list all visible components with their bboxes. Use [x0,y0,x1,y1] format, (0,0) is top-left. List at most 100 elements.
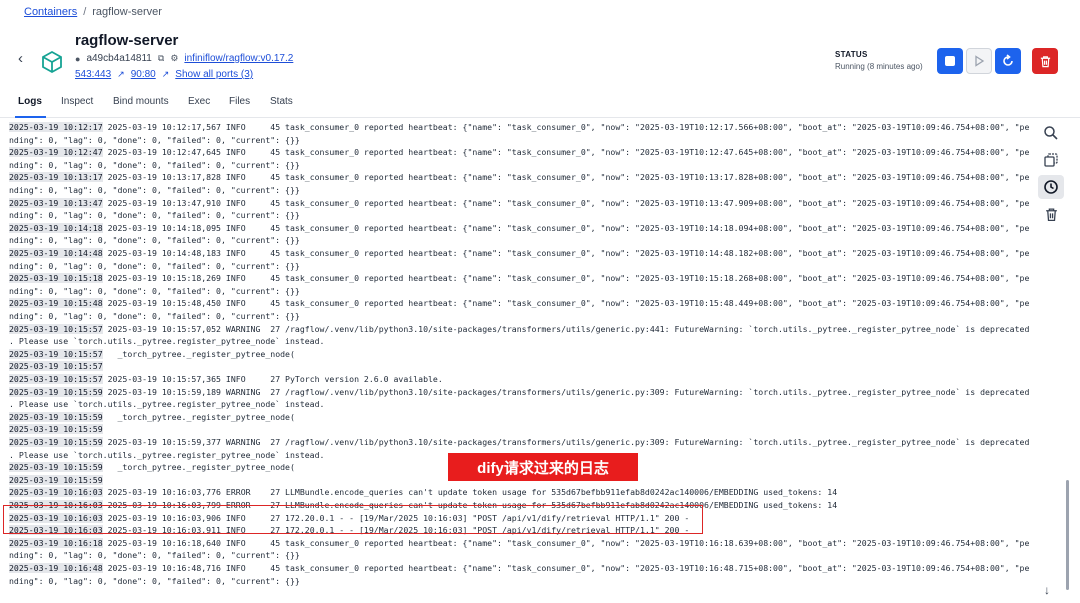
log-line: 2025-03-19 10:15:59 _torch_pytree._regis… [9,411,1032,424]
log-text: nding": 0, "lag": 0, "done": 0, "failed"… [9,575,300,586]
log-timestamp: 2025-03-19 10:14:48 [9,248,103,258]
search-icon [1044,126,1058,140]
log-line: 2025-03-19 10:14:18 2025-03-19 10:14:18,… [9,222,1032,235]
timestamps-toggle-button[interactable] [1038,175,1064,199]
log-line: 2025-03-19 10:15:48 2025-03-19 10:15:48,… [9,297,1032,310]
status-value: Running (8 minutes ago) [835,62,923,71]
log-line: 2025-03-19 10:15:57 [9,360,1032,373]
log-text: 2025-03-19 10:16:03,776 ERROR 27 LLMBund… [102,487,838,498]
log-line: . Please use `torch.utils._pytree.regist… [9,398,1032,411]
log-line: 2025-03-19 10:15:57 2025-03-19 10:15:57,… [9,323,1032,336]
log-text: 2025-03-19 10:16:48,716 INFO 45 task_con… [102,563,1030,573]
log-timestamp: 2025-03-19 10:15:57 [9,348,103,359]
container-meta: ● a49cb4a14811 ⧉ ⚙ infiniflow/ragflow:v0… [75,53,293,64]
log-text: _torch_pytree._register_pytree_node( [102,411,295,422]
page-title: ragflow-server [75,32,179,49]
copy-logs-button[interactable] [1038,148,1064,172]
tab-bind-mounts[interactable]: Bind mounts [113,96,169,107]
log-text: _torch_pytree._register_pytree_node( [102,462,295,473]
log-line: 2025-03-19 10:15:18 2025-03-19 10:15:18,… [9,272,1032,285]
log-line: nding": 0, "lag": 0, "done": 0, "failed"… [9,209,1032,222]
log-line: nding": 0, "lag": 0, "done": 0, "failed"… [9,234,1032,247]
container-id: a49cb4a14811 [86,53,152,64]
image-link[interactable]: infiniflow/ragflow:v0.17.2 [184,53,293,64]
restart-button[interactable] [995,48,1021,74]
log-timestamp: 2025-03-19 10:15:48 [9,298,103,309]
start-button[interactable] [966,48,992,74]
log-line: nding": 0, "lag": 0, "done": 0, "failed"… [9,184,1032,197]
log-timestamp: 2025-03-19 10:16:03 [9,487,103,498]
log-text: . Please use `torch.utils._pytree.regist… [9,449,325,460]
tab-stats[interactable]: Stats [270,96,293,107]
clear-logs-button[interactable] [1038,202,1064,226]
log-text: _torch_pytree._register_pytree_node( [102,348,295,359]
log-timestamp: 2025-03-19 10:15:59 [9,424,103,435]
log-line: 2025-03-19 10:15:59 2025-03-19 10:15:59,… [9,386,1032,399]
restart-icon [1003,54,1013,66]
scroll-to-bottom-arrow-icon[interactable]: ↓ [1044,583,1058,597]
stop-button[interactable] [937,48,963,74]
log-scrollbar[interactable] [1066,480,1069,590]
port-link-2[interactable]: 90:80 [131,69,156,80]
log-text: nding": 0, "lag": 0, "done": 0, "failed"… [9,159,300,170]
log-line: nding": 0, "lag": 0, "done": 0, "failed"… [9,260,1032,273]
container-cube-icon [42,50,62,74]
tab-exec[interactable]: Exec [188,96,210,107]
log-text: nding": 0, "lag": 0, "done": 0, "failed"… [9,134,300,145]
log-text: nding": 0, "lag": 0, "done": 0, "failed"… [9,185,300,195]
log-text: nding": 0, "lag": 0, "done": 0, "failed"… [9,235,300,246]
image-icon: ⚙ [170,53,179,63]
log-text: 2025-03-19 10:14:18,095 INFO 45 task_con… [102,222,1030,233]
external-link-icon: ↗ [117,69,125,79]
log-line: 2025-03-19 10:13:17 2025-03-19 10:13:17,… [9,171,1032,184]
log-line: 2025-03-19 10:15:59 2025-03-19 10:15:59,… [9,436,1032,449]
log-text: 2025-03-19 10:13:17,828 INFO 45 task_con… [102,172,1030,183]
port-link-1[interactable]: 543:443 [75,69,111,80]
log-line: 2025-03-19 10:13:47 2025-03-19 10:13:47,… [9,197,1032,210]
log-line: . Please use `torch.utils._pytree.regist… [9,335,1032,348]
log-text: nding": 0, "lag": 0, "done": 0, "failed"… [9,285,300,296]
log-line: 2025-03-19 10:12:47 2025-03-19 10:12:47,… [9,146,1032,159]
breadcrumb: Containers / ragflow-server [24,6,162,18]
copy-icon [1044,153,1058,167]
log-text: 2025-03-19 10:16:18,640 INFO 45 task_con… [102,537,1030,548]
log-line: 2025-03-19 10:15:59 [9,423,1032,436]
log-line: nding": 0, "lag": 0, "done": 0, "failed"… [9,159,1032,172]
log-timestamp: 2025-03-19 10:15:59 [9,437,103,447]
log-text: . Please use `torch.utils._pytree.regist… [9,399,325,410]
log-timestamp: 2025-03-19 10:15:59 [9,411,103,422]
log-timestamp: 2025-03-19 10:15:18 [9,273,103,284]
log-timestamp: 2025-03-19 10:14:18 [9,222,103,233]
log-timestamp: 2025-03-19 10:15:59 [9,462,103,473]
clock-icon [1044,180,1058,194]
back-arrow-icon[interactable]: ‹ [18,51,32,66]
log-text: nding": 0, "lag": 0, "done": 0, "failed"… [9,210,300,221]
show-all-ports-link[interactable]: Show all ports (3) [175,69,253,80]
container-header: ‹ ragflow-server ● a49cb4a14811 ⧉ ⚙ infi… [0,26,1080,86]
status-block: STATUS Running (8 minutes ago) [835,50,923,71]
tab-logs[interactable]: Logs [18,96,42,107]
log-timestamp: 2025-03-19 10:15:57 [9,361,103,372]
log-text: 2025-03-19 10:15:18,269 INFO 45 task_con… [102,273,1030,284]
log-timestamp: 2025-03-19 10:13:17 [9,172,103,183]
log-text: 2025-03-19 10:15:59,377 WARNING 27 /ragf… [102,437,1030,447]
log-timestamp: 2025-03-19 10:12:17 [9,122,103,132]
copy-id-icon[interactable]: ⧉ [158,53,164,64]
delete-button[interactable] [1032,48,1058,74]
status-label: STATUS [835,50,868,59]
log-line: 2025-03-19 10:14:48 2025-03-19 10:14:48,… [9,247,1032,260]
log-text: 2025-03-19 10:12:17,567 INFO 45 task_con… [102,122,1030,132]
annotation-label: dify请求过来的日志 [448,453,638,481]
breadcrumb-containers-link[interactable]: Containers [24,6,77,18]
log-timestamp: 2025-03-19 10:15:57 [9,374,103,384]
log-timestamp: 2025-03-19 10:15:59 [9,474,103,485]
log-line: nding": 0, "lag": 0, "done": 0, "failed"… [9,549,1032,562]
search-logs-button[interactable] [1038,121,1064,145]
log-timestamp: 2025-03-19 10:15:59 [9,386,103,397]
id-icon: ● [75,53,81,64]
log-text: 2025-03-19 10:14:48,183 INFO 45 task_con… [102,248,1030,258]
log-line: 2025-03-19 10:16:03 2025-03-19 10:16:03,… [9,486,1032,499]
tab-inspect[interactable]: Inspect [61,96,93,107]
log-line: 2025-03-19 10:15:57 2025-03-19 10:15:57,… [9,373,1032,386]
tab-files[interactable]: Files [229,96,250,107]
